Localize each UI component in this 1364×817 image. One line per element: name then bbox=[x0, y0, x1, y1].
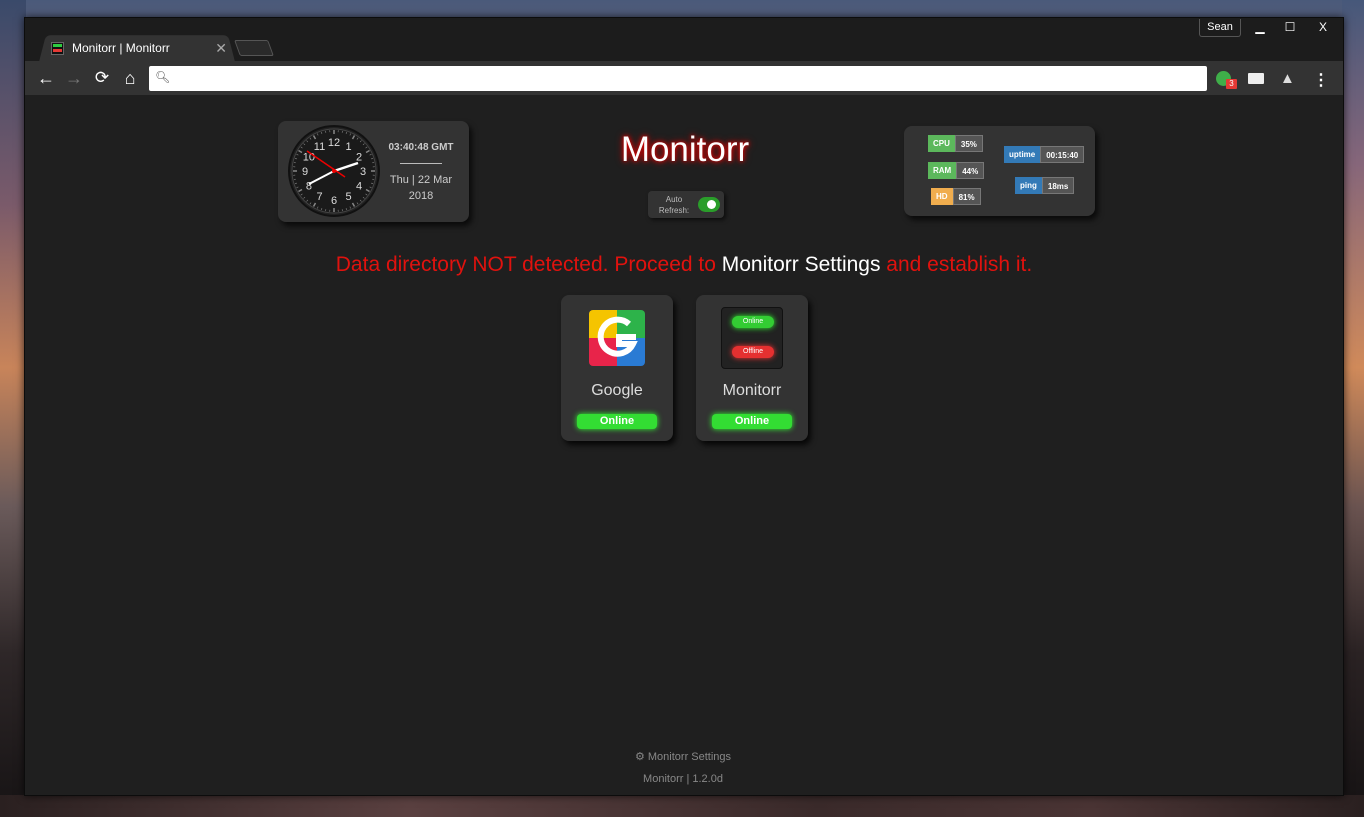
back-arrow-icon[interactable]: ← bbox=[36, 69, 56, 89]
ram-value: 44% bbox=[956, 162, 985, 179]
system-stats-widget: CPU 35% RAM 44% HD 81% uptime 00:15:40 p… bbox=[904, 126, 1095, 216]
hd-stat: HD 81% bbox=[931, 188, 981, 205]
clock-number: 7 bbox=[316, 191, 322, 203]
auto-refresh-label-line2: Refresh: bbox=[658, 206, 690, 215]
desktop-wallpaper-right bbox=[1342, 0, 1364, 817]
service-name: Google bbox=[591, 382, 643, 399]
footer-settings-link[interactable]: ⚙ Monitorr Settings bbox=[583, 750, 783, 763]
desktop-wallpaper-bottom bbox=[0, 795, 1364, 817]
drive-extension-icon[interactable]: ▲ bbox=[1280, 70, 1298, 88]
tab-close-icon[interactable]: ✕ bbox=[215, 40, 227, 57]
clock-time: 03:40:48 GMT bbox=[388, 142, 454, 153]
ping-label: ping bbox=[1015, 177, 1042, 194]
extension-badge: 3 bbox=[1226, 79, 1237, 89]
tab-monitorr[interactable]: Monitorr | Monitorr ✕ bbox=[51, 36, 231, 60]
clock-number: 5 bbox=[345, 191, 351, 203]
uptime-label: uptime bbox=[1004, 146, 1041, 163]
service-card-monitorr[interactable]: Online Offline Monitorr Online bbox=[696, 295, 808, 441]
profile-button[interactable]: Sean bbox=[1199, 19, 1241, 37]
status-badge: Online bbox=[712, 414, 792, 429]
clock-date: Thu | 22 Mar 2018 bbox=[384, 172, 458, 204]
uptime-stat: uptime 00:15:40 bbox=[1004, 146, 1085, 163]
clock-number: 6 bbox=[331, 195, 337, 207]
browser-toolbar: ← → ⟳ ⌂ 🔍︎ 3 ▲ ⋮ bbox=[25, 61, 1343, 95]
analog-clock-icon: 12 1234567891011 bbox=[288, 125, 380, 217]
cast-extension-icon[interactable] bbox=[1248, 70, 1266, 88]
auto-refresh-label-line1: Auto bbox=[665, 195, 683, 204]
footer-version: Monitorr | 1.2.0d bbox=[643, 773, 723, 785]
service-card-google[interactable]: Google Online bbox=[561, 295, 673, 441]
reload-icon[interactable]: ⟳ bbox=[92, 69, 112, 89]
monitorr-logo-icon: Online Offline bbox=[721, 307, 783, 369]
monitorr-settings-link[interactable]: Monitorr Settings bbox=[722, 253, 881, 276]
home-icon[interactable]: ⌂ bbox=[120, 69, 140, 89]
service-name: Monitorr bbox=[722, 382, 782, 399]
ram-label: RAM bbox=[928, 162, 957, 179]
ping-stat: ping 18ms bbox=[1015, 177, 1075, 194]
clock-date-line2: 2018 bbox=[408, 190, 434, 202]
clock-number: 1 bbox=[345, 141, 351, 153]
maximize-button[interactable]: ☐ bbox=[1275, 18, 1305, 36]
hd-value: 81% bbox=[952, 188, 981, 205]
error-text-part2: and establish it. bbox=[880, 253, 1033, 276]
address-input[interactable] bbox=[173, 68, 1193, 89]
cpu-value: 35% bbox=[954, 135, 983, 152]
ram-stat: RAM 44% bbox=[928, 162, 985, 179]
clock-number: 3 bbox=[360, 166, 366, 178]
status-badge: Online bbox=[577, 414, 657, 429]
error-text-part1: Data directory NOT detected. Proceed to bbox=[335, 253, 722, 276]
uptime-value: 00:15:40 bbox=[1040, 146, 1085, 163]
clock-date-line1: Thu | 22 Mar bbox=[389, 174, 453, 186]
address-bar[interactable]: 🔍︎ bbox=[149, 66, 1207, 91]
browser-window: Monitorr | Monitorr ✕ Sean ▁ ☐ X ← → ⟳ ⌂… bbox=[24, 17, 1344, 796]
close-window-button[interactable]: X bbox=[1305, 18, 1341, 36]
google-logo-icon bbox=[589, 310, 645, 366]
page-title: Monitorr bbox=[620, 130, 750, 169]
clock-number: 4 bbox=[356, 181, 362, 193]
clock-number: 10 bbox=[303, 152, 315, 164]
search-icon: 🔍︎ bbox=[155, 70, 171, 84]
desktop-wallpaper-left bbox=[0, 0, 26, 817]
data-directory-error: Data directory NOT detected. Proceed to … bbox=[127, 253, 1241, 277]
auto-refresh-toggle[interactable] bbox=[698, 197, 720, 212]
monitorr-favicon-icon bbox=[51, 41, 64, 55]
auto-refresh-label: Auto Refresh: bbox=[652, 194, 696, 216]
page-content: 12 1 2 3 4 5 6 7 8 9 10 11 03:40:48 GMT Thu | 22 Ma… bbox=[27, 96, 1341, 794]
clock-widget: 12 1 2 3 4 5 6 7 8 9 10 11 03:40:48 GMT Thu | 22 Ma… bbox=[278, 121, 469, 222]
cpu-stat: CPU 35% bbox=[928, 135, 983, 152]
clock-divider bbox=[400, 163, 442, 164]
browser-menu-icon[interactable]: ⋮ bbox=[1313, 70, 1331, 89]
logo-online-pill: Online bbox=[732, 316, 774, 328]
auto-refresh-control: Auto Refresh: bbox=[648, 191, 724, 218]
hd-label: HD bbox=[931, 188, 953, 205]
monitorr-extension-icon[interactable]: 3 bbox=[1216, 70, 1237, 89]
clock-number: 9 bbox=[302, 166, 308, 178]
clock-number: 11 bbox=[314, 141, 325, 153]
clock-number: 12 bbox=[328, 137, 340, 149]
forward-arrow-icon[interactable]: → bbox=[64, 69, 84, 89]
clock-number: 2 bbox=[356, 152, 362, 164]
minimize-button[interactable]: ▁ bbox=[1245, 18, 1275, 36]
logo-offline-pill: Offline bbox=[732, 346, 774, 358]
tab-title: Monitorr | Monitorr bbox=[72, 41, 170, 55]
ping-value: 18ms bbox=[1041, 177, 1075, 194]
title-bar: Monitorr | Monitorr ✕ Sean ▁ ☐ X bbox=[25, 18, 1343, 62]
cpu-label: CPU bbox=[928, 135, 955, 152]
new-tab-button[interactable] bbox=[234, 40, 274, 56]
